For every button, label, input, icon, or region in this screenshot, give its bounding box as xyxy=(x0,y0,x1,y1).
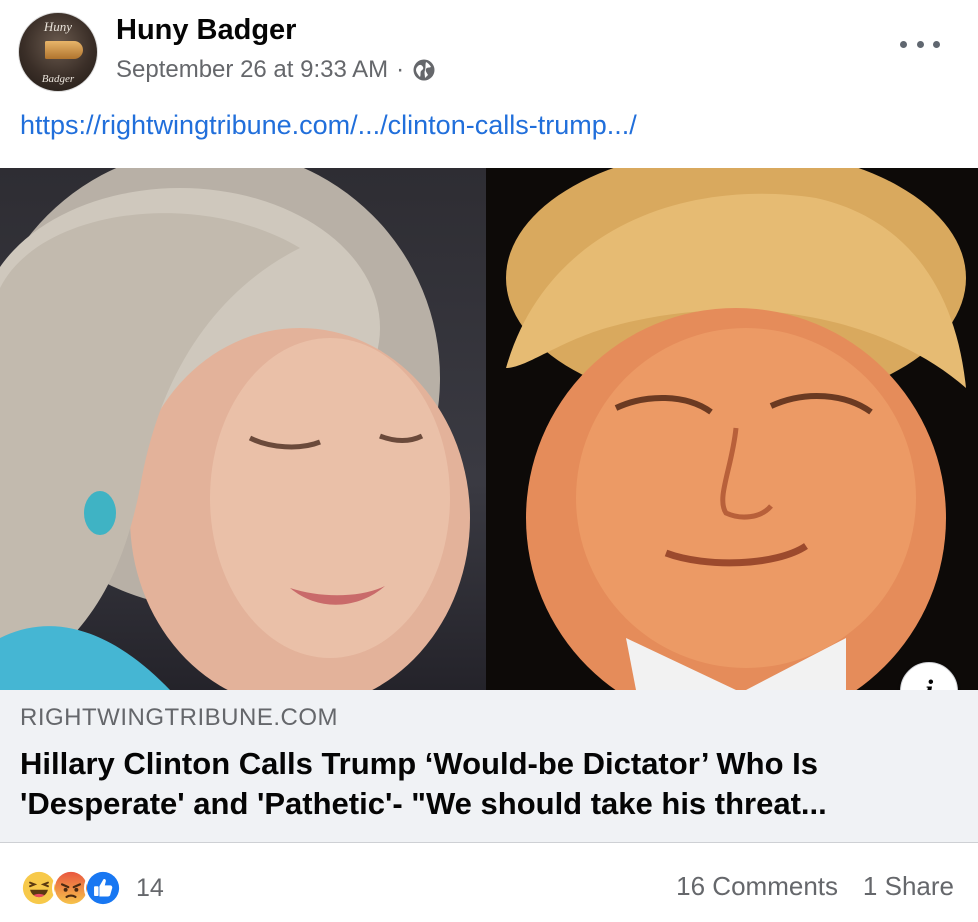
avatar-logo-top: Huny xyxy=(43,19,73,34)
avatar-logo-bottom: Badger xyxy=(41,73,75,85)
facebook-post: Huny Badger Huny Badger September 26 at … xyxy=(0,0,978,922)
meta-separator: · xyxy=(396,56,405,83)
link-preview-image[interactable] xyxy=(0,168,978,690)
page-avatar[interactable]: Huny Badger xyxy=(18,12,98,92)
link-preview-card[interactable]: RIGHTWINGTRIBUNE.COM Hillary Clinton Cal… xyxy=(0,690,978,843)
ellipsis-icon xyxy=(916,40,924,48)
portrait-right xyxy=(506,168,966,690)
link-headline: Hillary Clinton Calls Trump ‘Would-be Di… xyxy=(20,746,827,821)
reactions-summary[interactable]: 14 xyxy=(20,869,164,907)
like-reaction-icon xyxy=(84,869,122,907)
post-header: Huny Badger Huny Badger September 26 at … xyxy=(0,0,978,100)
portrait-left xyxy=(0,168,470,690)
reaction-count: 14 xyxy=(136,873,164,902)
link-domain: RIGHTWINGTRIBUNE.COM xyxy=(20,704,338,731)
ellipsis-icon xyxy=(900,40,907,48)
post-meta: September 26 at 9:33 AM · xyxy=(116,56,436,84)
comments-count-link[interactable]: 16 Comments xyxy=(676,871,838,902)
post-link-url[interactable]: https://rightwingtribune.com/.../clinton… xyxy=(20,110,637,141)
photo-right-panel xyxy=(486,168,978,690)
globe-icon[interactable] xyxy=(412,58,436,82)
photo-left-panel xyxy=(0,168,486,690)
more-options-button[interactable] xyxy=(900,28,940,60)
post-footer: 14 16 Comments 1 Share xyxy=(0,843,978,922)
page-name-link[interactable]: Huny Badger xyxy=(116,14,296,47)
post-timestamp[interactable]: September 26 at 9:33 AM xyxy=(116,56,388,84)
ellipsis-icon xyxy=(933,40,940,48)
bullet-icon xyxy=(45,41,83,59)
shares-count-link[interactable]: 1 Share xyxy=(863,871,954,902)
